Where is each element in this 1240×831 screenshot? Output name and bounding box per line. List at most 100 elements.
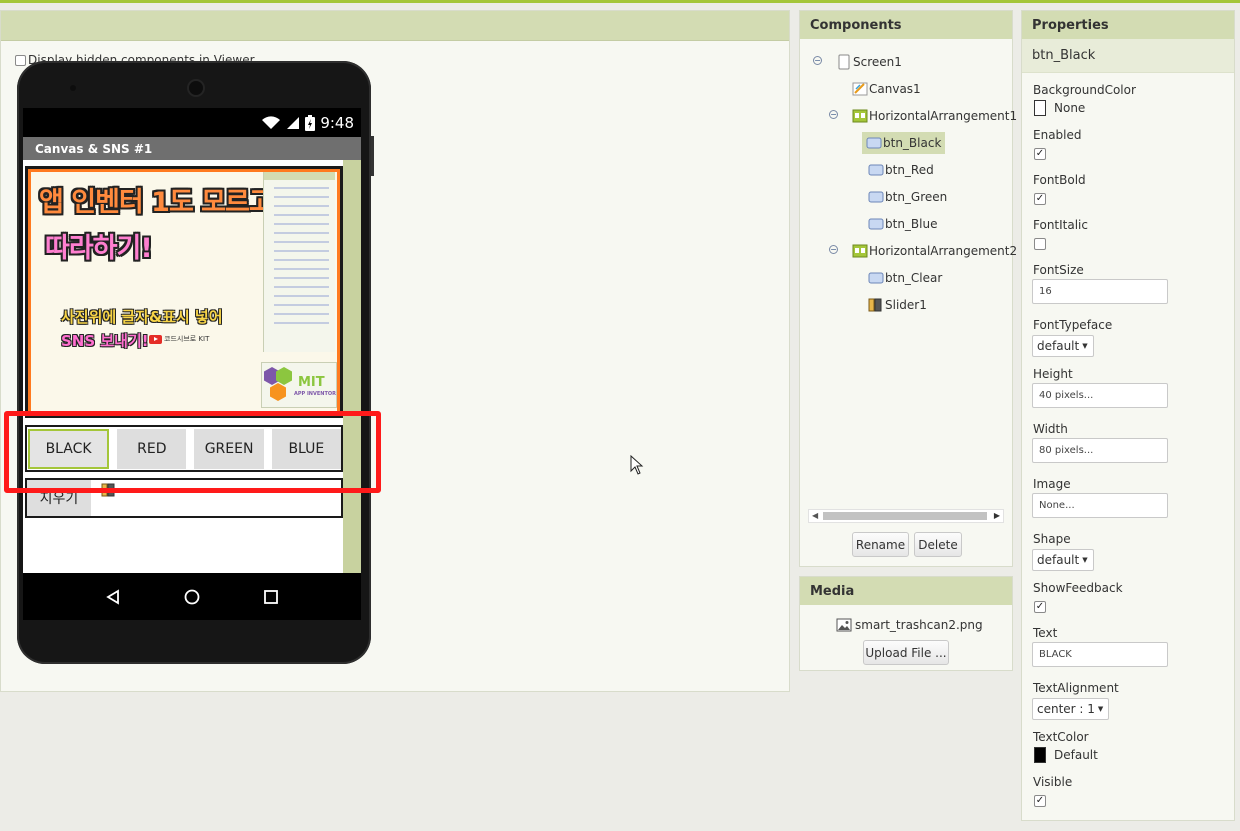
prop-shape-select[interactable]: default ▼: [1032, 549, 1094, 571]
tree-label: HorizontalArrangement2: [869, 244, 1018, 258]
components-title: Components: [800, 11, 1012, 39]
prop-enabled-checkbox[interactable]: ✓: [1034, 148, 1046, 160]
upload-file-button[interactable]: Upload File ...: [863, 640, 949, 665]
tree-item-btn-red[interactable]: btn_Red: [868, 159, 934, 181]
phone-mockup: 9:48 Canvas & SNS #1 앱 인벤터 1도 모르고 따라하기! …: [17, 61, 374, 664]
prop-textcolor-picker[interactable]: Default: [1034, 747, 1098, 763]
select-value: default: [1037, 339, 1080, 353]
scroll-thumb[interactable]: [823, 512, 987, 520]
color-swatch: [1034, 100, 1046, 116]
scroll-left-icon[interactable]: ◀: [812, 511, 818, 520]
media-title: Media: [800, 577, 1012, 605]
phone-screen: 9:48 Canvas & SNS #1 앱 인벤터 1도 모르고 따라하기! …: [23, 108, 361, 620]
tree-item-horizontalarrangement1[interactable]: HorizontalArrangement1: [852, 105, 1017, 127]
tree-label: btn_Green: [885, 190, 948, 204]
home-nav-icon[interactable]: [184, 589, 200, 605]
arrangement-component-icon: [852, 109, 868, 123]
chevron-down-icon: ▼: [1082, 556, 1088, 564]
tree-item-btn-clear[interactable]: btn_Clear: [868, 267, 942, 289]
media-file-item[interactable]: smart_trashcan2.png: [836, 617, 983, 633]
screen-body: 앱 인벤터 1도 모르고 따라하기! 사진위에 글자&표시 넣어 SNS 보내기…: [23, 160, 361, 573]
tree-item-btn-green[interactable]: btn_Green: [868, 186, 947, 208]
prop-width-label: Width: [1033, 422, 1068, 436]
tree-label: Slider1: [885, 298, 927, 312]
prop-showfeedback-checkbox[interactable]: ✓: [1034, 601, 1046, 613]
tree-item-slider1[interactable]: Slider1: [868, 294, 927, 316]
collapse-screen1-icon[interactable]: −: [813, 56, 822, 65]
image-file-icon: [836, 618, 852, 632]
tree-item-screen1[interactable]: Screen1: [836, 51, 902, 73]
prop-height-label: Height: [1033, 367, 1073, 381]
prop-width-input[interactable]: 80 pixels...: [1032, 438, 1168, 463]
select-value: center : 1: [1037, 702, 1095, 716]
tree-item-canvas1[interactable]: Canvas1: [852, 78, 921, 100]
button-component-icon: [868, 164, 884, 176]
canvas1[interactable]: 앱 인벤터 1도 모르고 따라하기! 사진위에 글자&표시 넣어 SNS 보내기…: [25, 166, 343, 418]
prop-textalignment-label: TextAlignment: [1033, 681, 1119, 695]
prop-textalignment-select[interactable]: center : 1 ▼: [1032, 698, 1110, 720]
rename-button[interactable]: Rename: [852, 532, 909, 557]
prop-fonttypeface-select[interactable]: default ▼: [1032, 335, 1094, 357]
youtube-badge: 코드시브로 KIT: [149, 334, 209, 344]
prop-fontsize-label: FontSize: [1033, 263, 1084, 277]
display-hidden-checkbox[interactable]: [15, 54, 26, 66]
mit-logo-sub: APP INVENTOR: [294, 391, 336, 397]
highlight-box: [4, 411, 381, 493]
status-bar: 9:48: [23, 108, 361, 137]
delete-button[interactable]: Delete: [914, 532, 962, 557]
tree-item-btn-black[interactable]: btn_Black: [862, 132, 946, 154]
components-hscroll[interactable]: ◀ ▶: [808, 509, 1004, 523]
properties-title: Properties: [1022, 11, 1234, 39]
youtube-play-icon: [149, 334, 162, 344]
canvas-component-icon: [852, 82, 868, 96]
prop-fontbold-label: FontBold: [1033, 173, 1086, 187]
status-clock: 9:48: [320, 113, 354, 132]
art-title-line2: 따라하기!: [45, 233, 153, 264]
prop-text-input[interactable]: BLACK: [1032, 642, 1168, 667]
app-title-bar: Canvas & SNS #1: [23, 137, 361, 160]
prop-fontitalic-checkbox[interactable]: [1034, 238, 1046, 250]
prop-image-label: Image: [1033, 477, 1071, 491]
scroll-right-icon[interactable]: ▶: [994, 511, 1000, 520]
tree-label: Canvas1: [869, 82, 921, 96]
prop-textcolor-value: Default: [1054, 748, 1098, 762]
viewer-header: [1, 11, 789, 41]
back-nav-icon[interactable]: [105, 588, 121, 605]
properties-panel: Properties btn_Black BackgroundColor Non…: [1021, 10, 1235, 821]
prop-shape-label: Shape: [1033, 532, 1071, 546]
tree-item-horizontalarrangement2[interactable]: HorizontalArrangement2: [852, 240, 1017, 262]
prop-backgroundcolor-picker[interactable]: None: [1034, 100, 1085, 116]
media-panel: Media smart_trashcan2.png Upload File ..…: [799, 576, 1013, 671]
chevron-down-icon: ▼: [1082, 342, 1088, 350]
arrangement-component-icon: [852, 244, 868, 258]
art-mini-components-panel: [263, 172, 335, 352]
prop-enabled-label: Enabled: [1033, 128, 1082, 142]
battery-icon: [305, 114, 316, 131]
button-component-icon: [868, 218, 884, 230]
slider-component-icon: [868, 298, 882, 312]
tree-label: HorizontalArrangement1: [869, 109, 1018, 123]
recents-nav-icon[interactable]: [263, 589, 279, 605]
mouse-cursor-icon: [630, 455, 644, 475]
button-component-icon: [868, 191, 884, 203]
button-component-icon: [868, 272, 884, 284]
prop-textcolor-label: TextColor: [1033, 730, 1089, 744]
prop-image-input[interactable]: None...: [1032, 493, 1168, 518]
prop-backgroundcolor-label: BackgroundColor: [1033, 83, 1136, 97]
app-screen-title: Canvas & SNS #1: [35, 141, 153, 156]
canvas-background-image: 앱 인벤터 1도 모르고 따라하기! 사진위에 글자&표시 넣어 SNS 보내기…: [31, 172, 337, 412]
prop-fontbold-checkbox[interactable]: ✓: [1034, 193, 1046, 205]
collapse-harr2-icon[interactable]: −: [829, 245, 838, 254]
selected-component-name: btn_Black: [1022, 39, 1234, 73]
prop-height-input[interactable]: 40 pixels...: [1032, 383, 1168, 408]
android-nav-bar: [23, 573, 361, 620]
prop-visible-checkbox[interactable]: ✓: [1034, 795, 1046, 807]
wifi-icon: [262, 115, 281, 129]
mit-app-inventor-logo: MIT APP INVENTOR: [261, 362, 337, 408]
collapse-harr1-icon[interactable]: −: [829, 110, 838, 119]
screen-component-icon: [838, 54, 850, 70]
speaker-icon: [189, 81, 203, 95]
prop-fontsize-input[interactable]: 16: [1032, 279, 1168, 304]
tree-item-btn-blue[interactable]: btn_Blue: [868, 213, 937, 235]
screen-scroll-strip: [343, 160, 361, 573]
